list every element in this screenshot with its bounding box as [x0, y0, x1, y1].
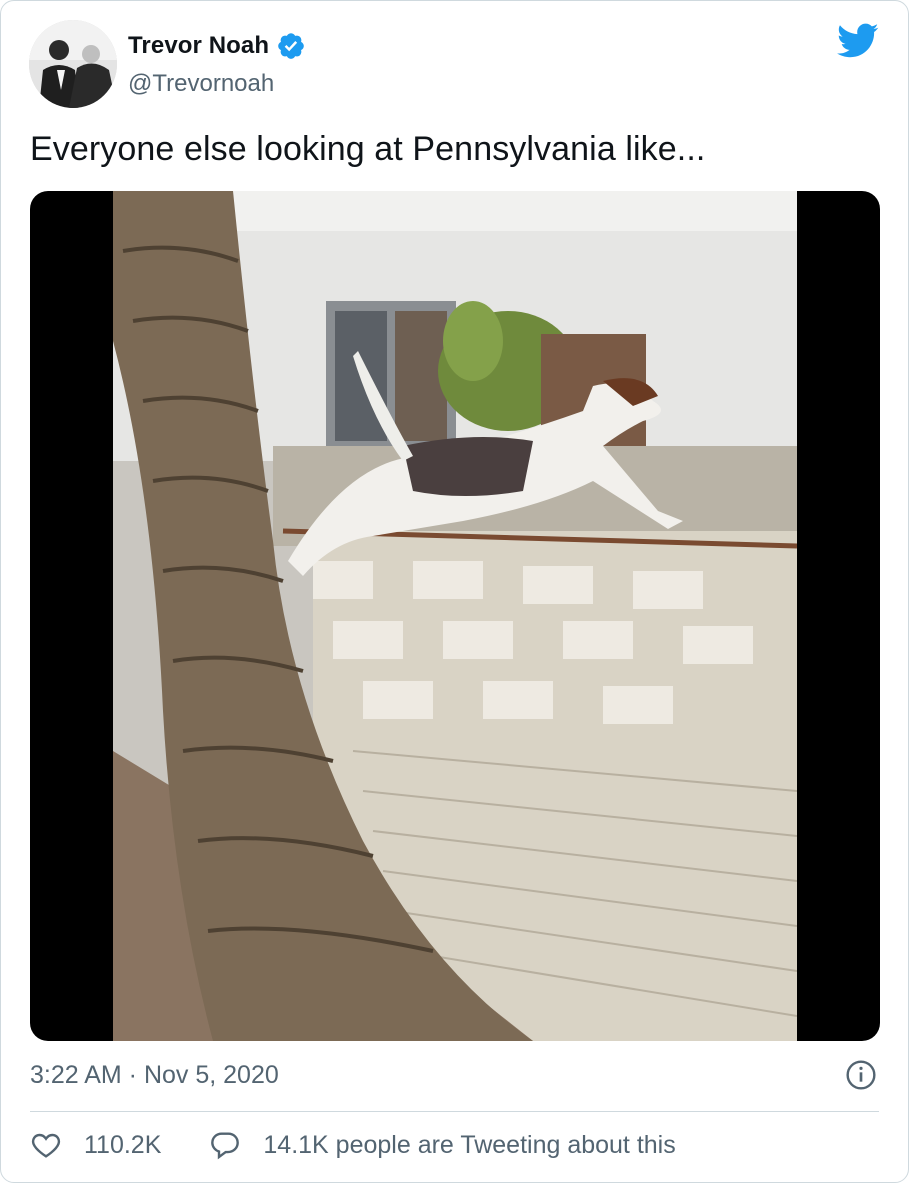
tweeting-about-text[interactable]: 14.1K people are Tweeting about this: [263, 1131, 675, 1160]
like-count[interactable]: 110.2K: [84, 1131, 161, 1160]
info-icon[interactable]: [845, 1059, 877, 1091]
tweeting-about-action[interactable]: 14.1K people are Tweeting about this: [209, 1129, 676, 1161]
tweet-timestamp[interactable]: 3:22 AM · Nov 5, 2020: [30, 1061, 279, 1090]
video-player[interactable]: [30, 191, 880, 1041]
divider: [30, 1111, 879, 1112]
video-thumbnail[interactable]: [113, 191, 797, 1041]
twitter-bird-icon[interactable]: [837, 23, 879, 59]
tweet-text: Everyone else looking at Pennsylvania li…: [30, 130, 706, 168]
author-name-row[interactable]: Trevor Noah: [128, 31, 306, 61]
author-name[interactable]: Trevor Noah: [128, 32, 269, 60]
heart-icon[interactable]: [30, 1129, 62, 1161]
tweet-actions: 110.2K 14.1K people are Tweeting about t…: [30, 1129, 676, 1161]
tweet-card[interactable]: Trevor Noah @Trevornoah Everyone else lo…: [0, 0, 909, 1183]
avatar[interactable]: [29, 20, 117, 108]
reply-bubble-icon[interactable]: [209, 1129, 241, 1161]
like-action[interactable]: 110.2K: [30, 1129, 209, 1161]
author-handle[interactable]: @Trevornoah: [128, 70, 274, 98]
verified-badge-icon: [278, 33, 304, 59]
